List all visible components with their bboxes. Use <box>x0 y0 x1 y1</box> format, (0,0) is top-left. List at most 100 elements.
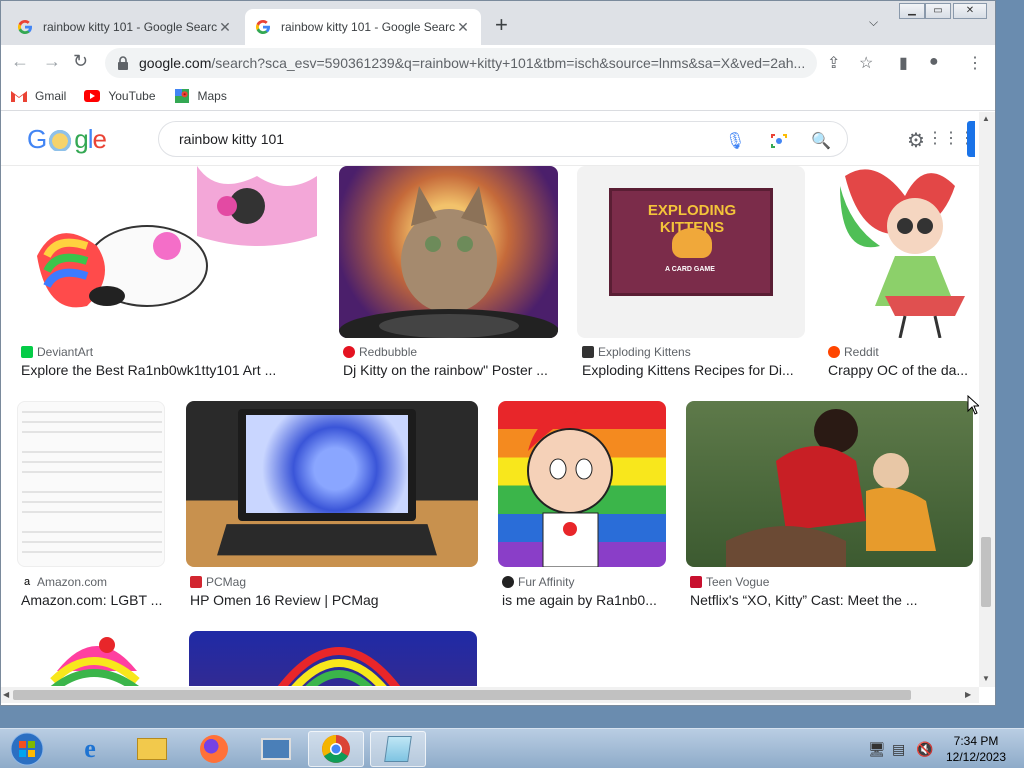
youtube-icon <box>84 89 101 102</box>
scroll-down-arrow-icon[interactable]: ▼ <box>982 674 990 683</box>
side-panel-icon[interactable]: ▮ <box>899 53 908 73</box>
paw-icon <box>502 576 514 588</box>
close-tab-icon[interactable]: ✕ <box>455 19 471 36</box>
minimize-button[interactable]: ▁ <box>899 3 925 19</box>
search-magnifier-icon[interactable]: 🔍 <box>811 131 831 151</box>
result-source[interactable]: Teen Vogue <box>690 575 769 589</box>
sign-in-button[interactable] <box>967 121 975 157</box>
microphone-icon[interactable]: 🎙 <box>725 131 745 151</box>
result-source-label: DeviantArt <box>37 345 94 359</box>
result-thumbnail[interactable] <box>17 631 169 686</box>
result-thumbnail[interactable]: EXPLODING KITTENS A CARD GAME <box>577 166 805 338</box>
result-source-label: Exploding Kittens <box>598 345 691 359</box>
back-arrow-icon[interactable]: ← <box>11 51 29 72</box>
result-title[interactable]: is me again by Ra1nb0... <box>502 592 662 608</box>
horizontal-scroll-thumb[interactable] <box>13 690 911 700</box>
result-source-label: Fur Affinity <box>518 575 575 589</box>
result-title[interactable]: Crappy OC of the da... <box>828 362 970 378</box>
windows-logo-icon <box>10 732 44 766</box>
close-window-button[interactable]: ✕ <box>953 3 987 19</box>
result-source[interactable]: a Amazon.com <box>21 575 107 589</box>
tab-search-chevron-icon[interactable]: ⌵ <box>869 15 878 30</box>
result-source[interactable]: DeviantArt <box>21 345 93 359</box>
network-error-icon[interactable]: 🖥 <box>868 741 886 758</box>
internet-explorer-icon[interactable]: e <box>62 731 118 767</box>
profile-avatar-icon[interactable]: ● <box>929 53 939 71</box>
system-clock[interactable]: 7:34 PM 12/12/2023 <box>936 733 1016 765</box>
amazon-icon: a <box>21 576 33 588</box>
result-thumbnail[interactable] <box>17 401 165 567</box>
url-path: /search?sca_esv=590361239&q=rainbow+kitt… <box>211 55 806 71</box>
reload-icon[interactable]: ↻ <box>73 51 88 72</box>
address-bar[interactable]: google.com/search?sca_esv=590361239&q=ra… <box>105 48 817 78</box>
scroll-right-arrow-icon[interactable]: ▶ <box>965 690 971 699</box>
result-thumbnail[interactable] <box>17 166 317 338</box>
bookmarks-bar: Gmail YouTube Maps <box>1 81 995 111</box>
browser-window: rainbow kitty 101 - Google Searc ✕ rainb… <box>0 0 996 706</box>
result-title[interactable]: Netflix's “XO, Kitty” Cast: Meet the ... <box>690 592 970 608</box>
tab-active[interactable]: rainbow kitty 101 - Google Searc ✕ <box>245 9 481 45</box>
bookmark-star-icon[interactable]: ☆ <box>859 53 873 73</box>
search-query: rainbow kitty 101 <box>179 131 285 147</box>
new-tab-button[interactable]: + <box>495 14 508 36</box>
result-source-label: Reddit <box>844 345 879 359</box>
result-title[interactable]: Dj Kitty on the rainbow" Poster ... <box>343 362 555 378</box>
result-thumbnail[interactable] <box>339 166 558 338</box>
result-source[interactable]: Exploding Kittens <box>582 345 691 359</box>
result-thumbnail[interactable] <box>686 401 973 567</box>
chrome-icon[interactable] <box>308 731 364 767</box>
result-thumbnail[interactable] <box>189 631 477 686</box>
result-title[interactable]: Amazon.com: LGBT ... <box>21 592 163 608</box>
url-text: google.com/search?sca_esv=590361239&q=ra… <box>139 55 805 71</box>
url-host: google.com <box>139 55 212 71</box>
result-title[interactable]: Exploding Kittens Recipes for Di... <box>582 362 800 378</box>
exploding-kittens-icon <box>582 346 594 358</box>
result-source-label: Redbubble <box>359 345 418 359</box>
google-g-icon <box>255 20 270 34</box>
result-source-label: Teen Vogue <box>706 575 770 589</box>
redbubble-icon <box>343 346 355 358</box>
result-source[interactable]: Reddit <box>828 345 879 359</box>
network-icon[interactable]: ▤ <box>892 741 905 758</box>
maximize-button[interactable]: ▭ <box>925 3 951 19</box>
clock-time: 7:34 PM <box>953 734 999 748</box>
tab-inactive[interactable]: rainbow kitty 101 - Google Searc ✕ <box>7 9 243 45</box>
result-source[interactable]: PCMag <box>190 575 246 589</box>
bookmark-youtube[interactable]: YouTube <box>84 89 156 103</box>
tab-title: rainbow kitty 101 - Google Searc <box>43 20 217 34</box>
teen-vogue-icon <box>690 576 702 588</box>
browser-toolbar: ← → ↻ google.com/search?sca_esv=59036123… <box>1 45 995 81</box>
result-thumbnail[interactable] <box>825 166 973 338</box>
menu-kebab-icon[interactable]: ⋮ <box>967 53 983 73</box>
scroll-up-arrow-icon[interactable]: ▲ <box>982 114 990 123</box>
share-icon[interactable]: ⇪ <box>827 53 840 73</box>
tab-title: rainbow kitty 101 - Google Searc <box>281 20 455 34</box>
scroll-left-arrow-icon[interactable]: ◀ <box>3 690 9 699</box>
volume-muted-icon[interactable]: 🔇 <box>916 741 933 758</box>
result-title[interactable]: HP Omen 16 Review | PCMag <box>190 592 476 608</box>
horizontal-scrollbar[interactable]: ◀ ▶ <box>1 687 979 703</box>
result-source-label: Amazon.com <box>37 575 108 589</box>
clock-date: 12/12/2023 <box>945 750 1007 764</box>
lens-camera-icon[interactable] <box>769 131 789 156</box>
bookmark-maps[interactable]: Maps <box>174 88 227 103</box>
bookmark-gmail[interactable]: Gmail <box>11 89 66 103</box>
notepad-icon[interactable] <box>370 731 426 767</box>
forward-arrow-icon[interactable]: → <box>43 51 61 72</box>
result-thumbnail[interactable] <box>186 401 478 567</box>
result-thumbnail[interactable] <box>498 401 666 567</box>
settings-gear-icon[interactable]: ⚙ <box>907 128 925 153</box>
result-source[interactable]: Fur Affinity <box>502 575 574 589</box>
vertical-scrollbar[interactable]: ▲ ▼ <box>979 112 995 687</box>
search-input[interactable]: rainbow kitty 101 🎙 🔍 <box>158 121 848 157</box>
close-tab-icon[interactable]: ✕ <box>217 19 233 36</box>
remote-desktop-icon[interactable] <box>248 731 304 767</box>
firefox-icon[interactable] <box>186 731 242 767</box>
result-source[interactable]: Redbubble <box>343 345 417 359</box>
windows-taskbar: e 🖥 ▤ 🔇 7:34 PM 12/12/2023 <box>0 728 1024 768</box>
google-doodle-logo[interactable]: Ggle <box>27 124 107 155</box>
result-title[interactable]: Explore the Best Ra1nb0wk1tty101 Art ... <box>21 362 311 378</box>
file-explorer-icon[interactable] <box>124 731 180 767</box>
vertical-scroll-thumb[interactable] <box>981 537 991 607</box>
start-button[interactable] <box>2 731 52 767</box>
